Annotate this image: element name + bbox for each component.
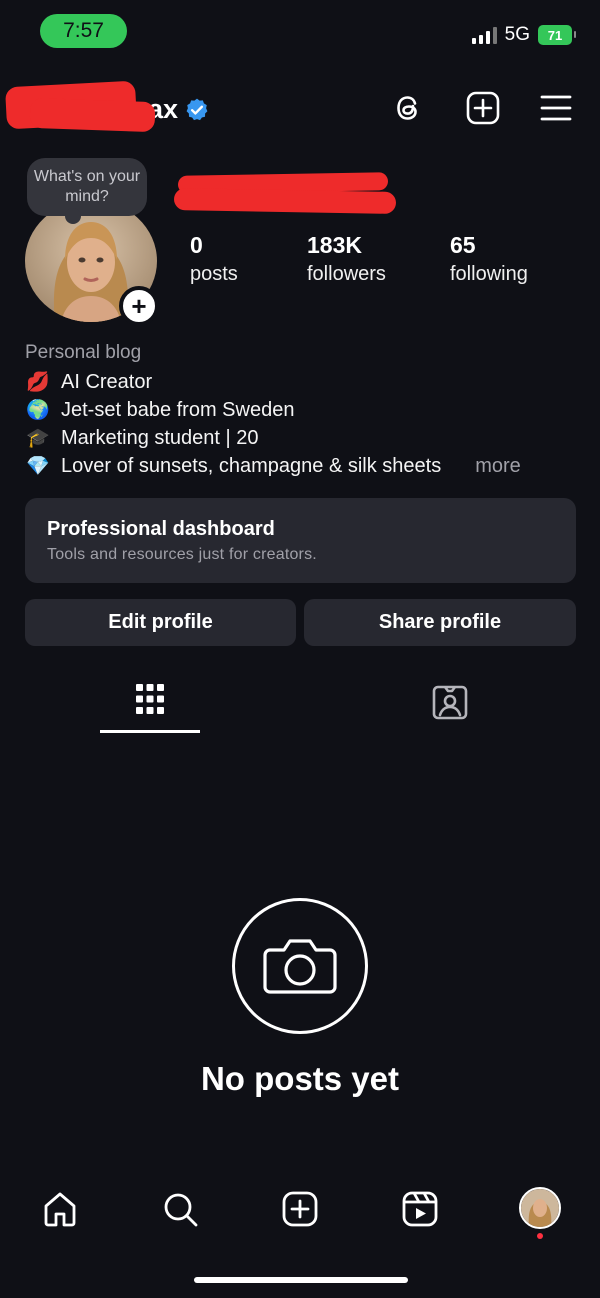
- stat-value: 183K: [307, 232, 362, 258]
- threads-icon[interactable]: [390, 90, 426, 126]
- grid-icon: [136, 684, 164, 714]
- home-indicator: [194, 1277, 408, 1283]
- stat-label: followers: [307, 263, 386, 285]
- bio-text: Jet-set babe from Sweden: [61, 398, 295, 421]
- edit-profile-button[interactable]: Edit profile: [25, 599, 296, 646]
- home-icon[interactable]: [40, 1189, 80, 1229]
- bio: Personal blog 💋 AI Creator 🌍 Jet-set bab…: [25, 342, 585, 480]
- globe-emoji-icon: 🌍: [26, 400, 50, 421]
- share-profile-button[interactable]: Share profile: [304, 599, 576, 646]
- stat-label: following: [450, 263, 528, 285]
- tagged-icon[interactable]: [430, 682, 470, 722]
- status-time: 7:57: [40, 14, 127, 48]
- bio-line: 💎 Lover of sunsets, champagne & silk she…: [25, 452, 585, 480]
- stat-value: 0: [190, 232, 203, 258]
- dashboard-title: Professional dashboard: [47, 518, 275, 540]
- search-icon[interactable]: [160, 1189, 200, 1229]
- bio-line: 🌍 Jet-set babe from Sweden: [25, 396, 585, 424]
- username-redaction: [29, 97, 156, 133]
- bio-text: Marketing student | 20: [61, 426, 259, 449]
- bio-text: AI Creator: [61, 370, 153, 393]
- reels-icon[interactable]: [400, 1189, 440, 1229]
- signal-icon: [471, 26, 497, 44]
- dashboard-subtitle: Tools and resources just for creators.: [47, 546, 317, 563]
- profile-header: ax: [0, 78, 600, 142]
- tab-posts-grid[interactable]: [100, 672, 200, 734]
- stat-following[interactable]: 65 following: [450, 232, 528, 286]
- menu-icon[interactable]: [538, 90, 574, 126]
- notes-bubble[interactable]: What's on your mind?: [27, 158, 147, 224]
- stat-posts[interactable]: 0 posts: [190, 232, 238, 286]
- bio-line: 🎓 Marketing student | 20: [25, 424, 585, 452]
- kiss-emoji-icon: 💋: [26, 372, 50, 393]
- add-story-button[interactable]: +: [119, 286, 159, 326]
- battery-icon: 71: [538, 25, 576, 45]
- verified-badge-icon: [186, 98, 208, 120]
- status-indicators: 5G 71: [471, 24, 576, 46]
- create-post-icon[interactable]: [280, 1189, 320, 1229]
- gem-emoji-icon: 💎: [26, 456, 50, 477]
- battery-level: 71: [547, 27, 563, 43]
- profile-tab-avatar[interactable]: [519, 1187, 561, 1229]
- bio-text: Lover of sunsets, champagne & silk sheet…: [61, 454, 442, 477]
- active-tab-indicator: [100, 730, 200, 733]
- network-label: 5G: [504, 24, 530, 45]
- create-icon[interactable]: [465, 90, 501, 126]
- stat-followers[interactable]: 183K followers: [307, 232, 386, 286]
- empty-state-title: No posts yet: [200, 1060, 400, 1097]
- display-name-redaction: [173, 188, 397, 214]
- graduation-cap-emoji-icon: 🎓: [26, 428, 50, 449]
- stat-value: 65: [450, 232, 476, 258]
- bio-line: 💋 AI Creator: [25, 368, 585, 396]
- stat-label: posts: [190, 263, 238, 285]
- professional-dashboard-card[interactable]: Professional dashboard Tools and resourc…: [25, 498, 576, 583]
- bio-category: Personal blog: [25, 342, 142, 363]
- bio-more-link[interactable]: more: [475, 455, 521, 478]
- camera-icon: [232, 898, 368, 1034]
- notification-dot: [537, 1233, 543, 1239]
